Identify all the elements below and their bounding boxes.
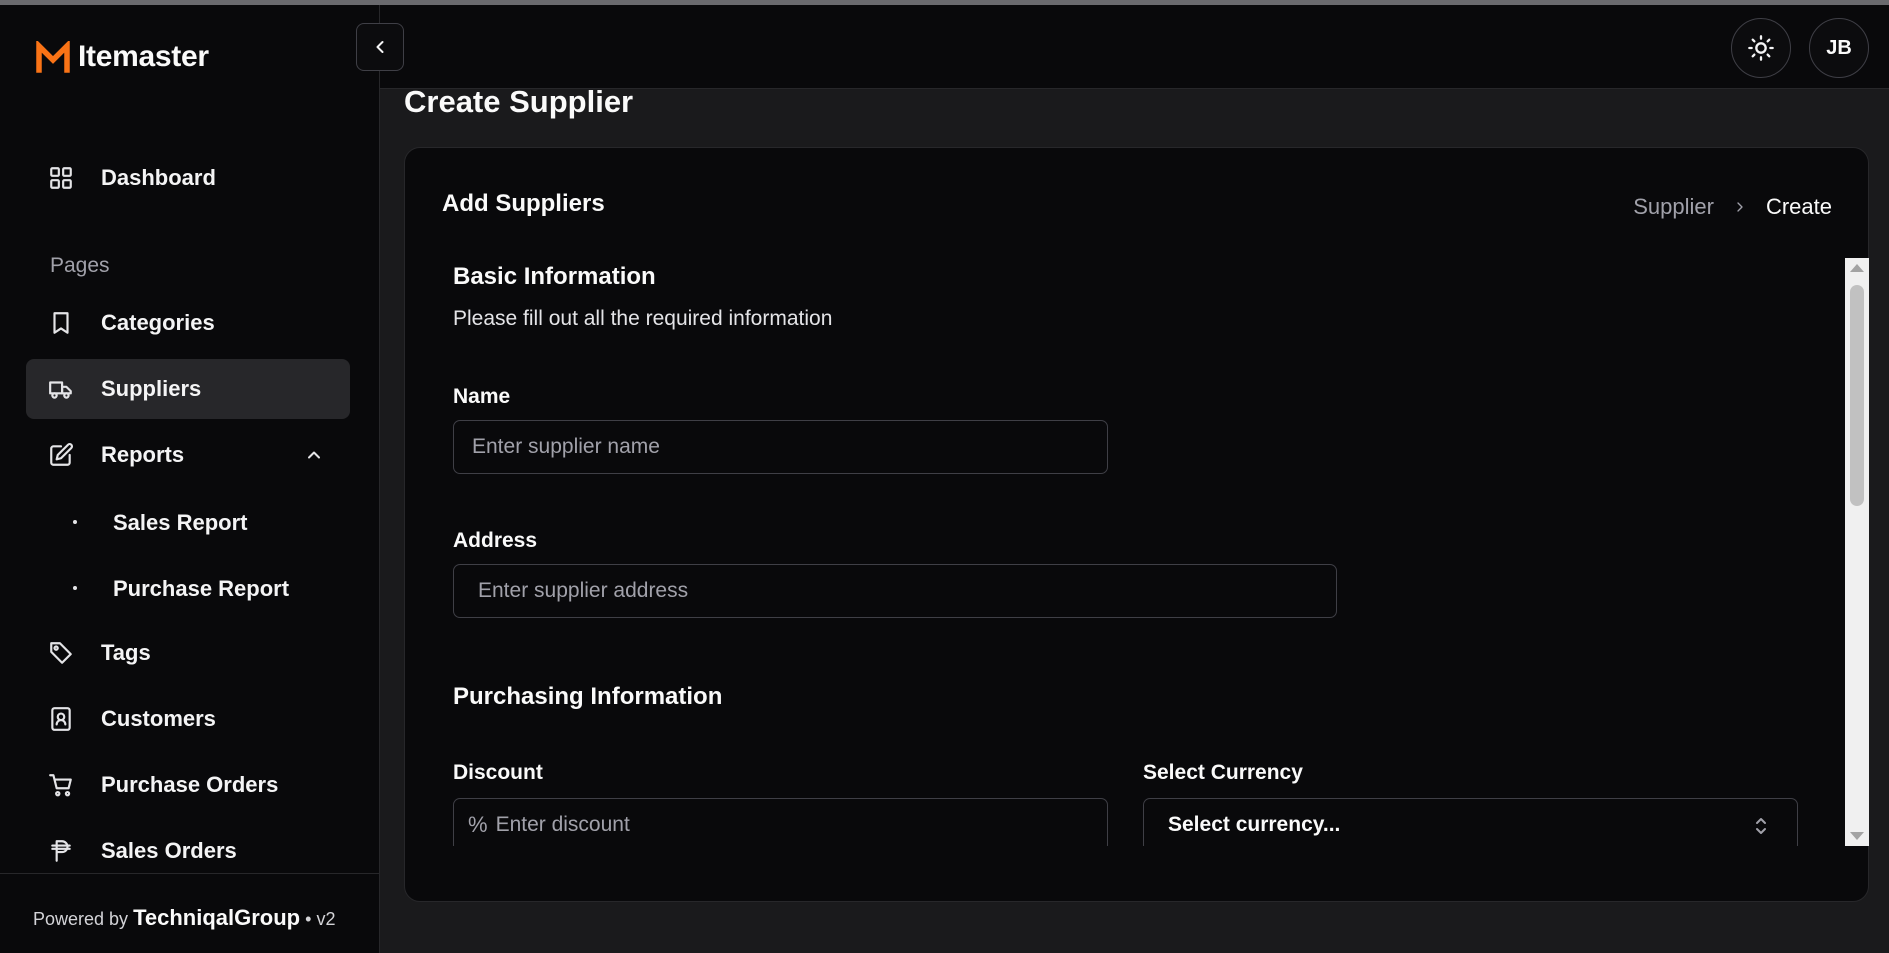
m-logo-icon [36, 41, 70, 73]
sidebar-item-label: Reports [101, 442, 185, 467]
sidebar-item-label: Purchase Orders [101, 772, 279, 797]
scrollbar-thumb[interactable] [1850, 285, 1864, 506]
breadcrumb-supplier-link[interactable]: Supplier [1633, 194, 1714, 220]
sidebar-item-label: Tags [101, 640, 151, 665]
sidebar-footer: Powered by TechniqalGroup • v2 [0, 873, 379, 953]
breadcrumb-current: Create [1765, 194, 1832, 219]
currency-select-value: Select currency... [1168, 813, 1341, 836]
purchasing-info-heading: Purchasing Information [453, 683, 723, 710]
discount-input[interactable] [495, 799, 1107, 846]
edit-icon [48, 442, 74, 468]
sidebar-item-reports[interactable]: Reports [26, 425, 350, 485]
basic-info-heading: Basic Information [453, 263, 656, 290]
sidebar-item-dashboard[interactable]: Dashboard [26, 148, 350, 208]
peso-icon [48, 838, 74, 864]
sidebar-item-sales-orders[interactable]: Sales Orders [26, 821, 350, 881]
bullet-dot [73, 586, 77, 590]
sidebar: Itemaster Dashboard Pages Categories Sup… [0, 5, 380, 953]
sidebar-subitem-purchase-report[interactable]: Purchase Report [26, 560, 350, 616]
section-label-pages: Pages [50, 254, 110, 277]
cart-icon [48, 772, 74, 798]
basic-info-description: Please fill out all the required informa… [453, 307, 833, 330]
sidebar-item-suppliers[interactable]: Suppliers [26, 359, 350, 419]
version-label: • v2 [305, 909, 336, 929]
supplier-address-input[interactable] [478, 565, 1336, 617]
chevron-up-icon[interactable] [304, 445, 324, 465]
page-title: Create Supplier [404, 84, 634, 119]
brand-name: Itemaster [78, 40, 209, 73]
supplier-name-input[interactable] [472, 421, 1107, 473]
company-name[interactable]: TechniqalGroup [133, 905, 300, 930]
scroll-up-arrow-icon[interactable] [1850, 264, 1864, 272]
sidebar-item-customers[interactable]: Customers [26, 689, 350, 749]
chevron-left-icon [376, 41, 384, 53]
card-title: Add Suppliers [442, 190, 605, 217]
powered-by: Powered by TechniqalGroup • v2 [33, 905, 335, 931]
sun-icon [1748, 35, 1774, 61]
discount-label: Discount [453, 761, 543, 784]
sidebar-item-purchase-orders[interactable]: Purchase Orders [26, 755, 350, 815]
chevrons-up-down-icon [1751, 815, 1771, 837]
name-label: Name [453, 385, 511, 408]
tag-icon [48, 640, 74, 666]
contact-book-icon [48, 706, 74, 732]
form-scroll-area[interactable]: Basic Information Please fill out all th… [405, 258, 1845, 846]
sidebar-item-label: Dashboard [101, 165, 216, 190]
grid-icon [48, 165, 74, 191]
form-scrollbar[interactable] [1845, 258, 1869, 846]
sidebar-subitem-label: Purchase Report [113, 576, 290, 601]
bullet-dot [73, 520, 77, 524]
theme-toggle-button[interactable] [1731, 18, 1791, 78]
chevron-right-icon [1732, 199, 1748, 215]
currency-label: Select Currency [1143, 761, 1303, 784]
top-header [380, 5, 1889, 89]
sidebar-subitem-label: Sales Report [113, 510, 248, 535]
scroll-down-arrow-icon[interactable] [1850, 832, 1864, 840]
discount-field-wrapper: % [453, 798, 1108, 846]
bookmark-icon [48, 310, 74, 336]
avatar[interactable]: JB [1809, 18, 1869, 78]
truck-icon [48, 376, 74, 402]
sidebar-item-tags[interactable]: Tags [26, 623, 350, 683]
address-field-wrapper [453, 564, 1337, 618]
address-label: Address [453, 529, 538, 552]
sidebar-item-label: Categories [101, 310, 215, 335]
sidebar-item-label: Customers [101, 706, 216, 731]
breadcrumb: Supplier Create [1633, 194, 1832, 220]
sidebar-item-categories[interactable]: Categories [26, 293, 350, 353]
collapse-sidebar-button[interactable] [356, 23, 404, 71]
sidebar-item-label: Sales Orders [101, 838, 237, 863]
supplier-form-card: Add Suppliers Supplier Create Basic Info… [404, 147, 1869, 902]
name-field-wrapper [453, 420, 1108, 474]
sidebar-subitem-sales-report[interactable]: Sales Report [26, 494, 350, 550]
currency-select[interactable]: Select currency... [1143, 798, 1798, 846]
brand[interactable]: Itemaster [36, 40, 209, 74]
powered-by-prefix: Powered by [33, 909, 129, 929]
sidebar-item-label: Suppliers [101, 376, 202, 401]
percent-icon: % [468, 812, 488, 837]
